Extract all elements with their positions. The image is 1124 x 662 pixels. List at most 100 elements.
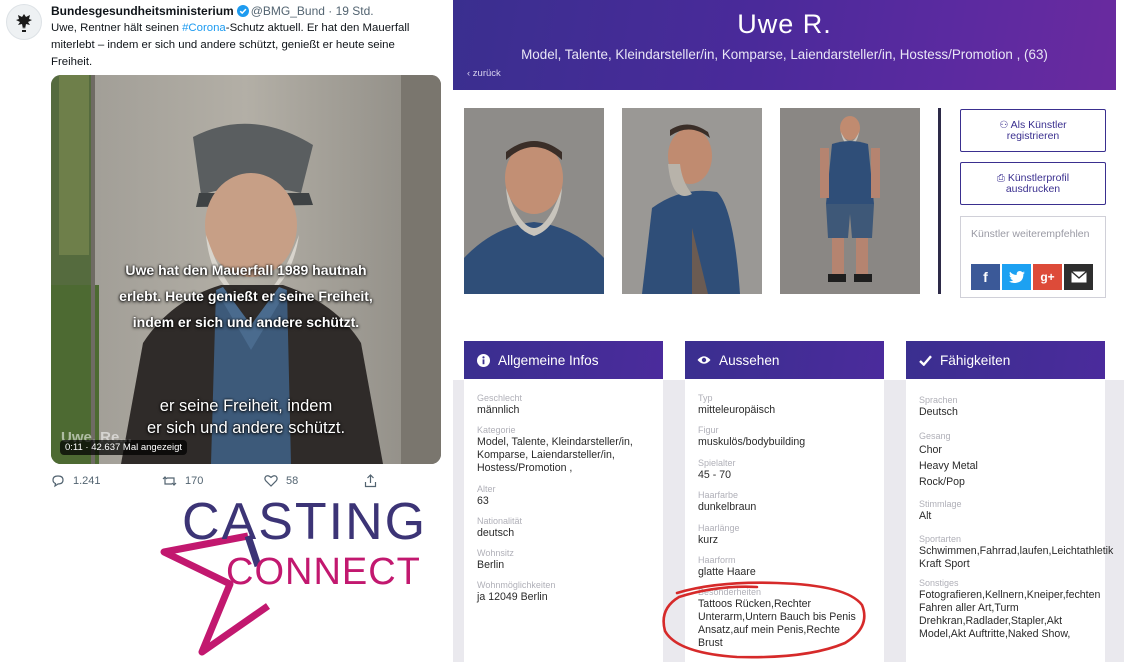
field-value-line: Heavy Metal: [919, 460, 978, 472]
field-value: Berlin: [477, 559, 505, 571]
like-count: 58: [286, 474, 299, 487]
tweet-video[interactable]: Uwe hat den Mauerfall 1989 hautnah erleb…: [51, 75, 441, 464]
reply-count: 1.241: [73, 475, 101, 487]
field-label: Sportarten: [919, 534, 962, 544]
tweet-text-start: Uwe, Rentner hält seinen: [51, 22, 183, 34]
field-hair-color: Haarfarbe dunkelbraun: [698, 490, 880, 514]
subtitle-line: er seine Freiheit, indem: [159, 397, 333, 415]
field-label: Wohnmöglichkeiten: [477, 580, 556, 590]
profile-photo-front[interactable]: [464, 108, 604, 294]
view-count-badge: 0:11 · 42.637 Mal angezeigt: [60, 440, 188, 455]
twitter-icon[interactable]: [1002, 264, 1031, 290]
hashtag-link[interactable]: #Corona: [182, 22, 226, 34]
field-label: Typ: [698, 393, 713, 403]
field-playing-age: Spielalter 45 - 70: [698, 458, 880, 482]
retweet-button[interactable]: 170: [162, 474, 203, 488]
field-value: Model, Talente, Kleindarsteller/in, Komp…: [477, 436, 633, 474]
retweet-icon: [162, 476, 177, 486]
field-hair-length: Haarlänge kurz: [698, 523, 880, 547]
share-icon: [364, 474, 377, 488]
reply-button[interactable]: 1.241: [51, 474, 101, 488]
print-button-line2: ausdrucken: [1005, 183, 1061, 195]
field-other: Sonstiges Fotografieren,Kellnern,Kneiper…: [919, 578, 1119, 641]
field-label: Haarfarbe: [698, 490, 739, 500]
email-icon[interactable]: [1064, 264, 1093, 290]
register-as-artist-button[interactable]: ⚇ Als Künstler registrieren: [960, 109, 1106, 152]
photo-image: [622, 108, 762, 294]
recommend-label: Künstler weiterempfehlen: [971, 228, 1090, 240]
panel-header: Aussehen: [685, 341, 884, 379]
field-value: 63: [477, 495, 489, 507]
field-label: Haarform: [698, 555, 736, 565]
field-label: Sprachen: [919, 395, 958, 405]
panel-header: Allgemeine Infos: [464, 341, 663, 379]
like-button[interactable]: 58: [264, 474, 298, 487]
photo-image: [464, 108, 604, 294]
field-label: Figur: [698, 425, 719, 435]
field-value: Deutsch: [919, 406, 958, 418]
field-value: glatte Haare: [698, 566, 756, 578]
field-value: kurz: [698, 534, 719, 546]
field-voice-range: Stimmlage Alt: [919, 499, 1119, 523]
skills-panel: Fähigkeiten Sprachen Deutsch Gesang Chor…: [906, 341, 1113, 662]
field-singing: Gesang Chor Heavy Metal Rock/Pop: [919, 431, 1119, 490]
field-hair-form: Haarform glatte Haare: [698, 555, 880, 579]
recommend-box: Künstler weiterempfehlen f g+: [960, 216, 1106, 298]
tweet-time[interactable]: · 19 Std.: [328, 4, 373, 18]
print-icon: ⎙: [996, 173, 1005, 184]
field-value-line: Schwimmen,Fahrrad,laufen,Leichtathletik: [919, 545, 1114, 557]
field-type: Typ mitteleuropäisch: [698, 393, 880, 417]
avatar[interactable]: [6, 4, 42, 40]
eagle-emblem-icon: [16, 14, 32, 32]
field-value-line: Chor: [919, 444, 942, 456]
tweet-actions: 1.241 170 58: [51, 474, 391, 490]
field-languages: Sprachen Deutsch: [919, 395, 1119, 419]
field-value-line: Fahren aller Art,Turm: [919, 602, 1019, 614]
field-label: Wohnsitz: [477, 548, 514, 558]
checkmark-icon: [918, 353, 932, 367]
field-value-line: Rock/Pop: [919, 476, 965, 488]
field-label: Gesang: [919, 431, 951, 441]
tweet-header: Bundesgesundheitsministerium @BMG_Bund · …: [51, 4, 374, 18]
back-link[interactable]: ‹ zurück: [467, 68, 501, 79]
print-profile-button[interactable]: ⎙ Künstlerprofil ausdrucken: [960, 162, 1106, 205]
vertical-divider: [938, 108, 941, 294]
field-value-line: Model,Akt Auftritte,Naked Show,: [919, 628, 1071, 640]
video-subtitle-large: Uwe hat den Mauerfall 1989 hautnah erleb…: [51, 257, 441, 335]
field-label: Geschlecht: [477, 393, 523, 403]
field-value: Alt: [919, 510, 932, 522]
field-accommodation: Wohnmöglichkeiten ja 12049 Berlin: [477, 580, 659, 604]
register-button-line2: registrieren: [1006, 130, 1060, 142]
panel-title: Fähigkeiten: [940, 352, 1011, 368]
field-value-line: Drehkran,Radlader,Stapler,Akt: [919, 615, 1063, 627]
tweet: Bundesgesundheitsministerium @BMG_Bund · …: [0, 0, 452, 662]
profile-photo-side[interactable]: [622, 108, 762, 294]
tweet-text: Uwe, Rentner hält seinen #Corona-Schutz …: [51, 20, 429, 71]
field-label: Sonstiges: [919, 578, 959, 588]
field-value: ja 12049 Berlin: [477, 591, 548, 603]
profile-categories: Model, Talente, Kleindarsteller/in, Komp…: [521, 47, 1048, 62]
field-category: Kategorie Model, Talente, Kleindarstelle…: [477, 425, 655, 475]
facebook-icon[interactable]: f: [971, 264, 1000, 290]
account-name[interactable]: Bundesgesundheitsministerium: [51, 4, 234, 18]
subtitle-line: erlebt. Heute genießt er seine Freiheit,: [119, 288, 373, 304]
casting-connect-logo: CASTING CONNECT: [160, 494, 450, 662]
video-subtitle-small: er seine Freiheit, indem er sich und and…: [51, 395, 441, 439]
red-annotation-circle: [662, 581, 866, 659]
profile-photo-full-body[interactable]: [780, 108, 920, 294]
field-label: Alter: [477, 484, 496, 494]
field-value: männlich: [477, 404, 520, 416]
field-gender: Geschlecht männlich: [477, 393, 659, 417]
field-label: Nationalität: [477, 516, 523, 526]
google-plus-icon[interactable]: g+: [1033, 264, 1062, 290]
share-button[interactable]: [364, 474, 377, 488]
info-icon: [476, 353, 490, 367]
field-figure: Figur muskulös/bodybuilding: [698, 425, 880, 449]
field-label: Haarlänge: [698, 523, 740, 533]
reply-icon: [52, 475, 64, 488]
subtitle-line: er sich und andere schützt.: [146, 419, 346, 437]
field-label: Kategorie: [477, 425, 516, 435]
logo-word-casting: CASTING: [182, 493, 428, 551]
heart-icon: [264, 475, 278, 487]
account-handle[interactable]: @BMG_Bund: [251, 4, 325, 18]
